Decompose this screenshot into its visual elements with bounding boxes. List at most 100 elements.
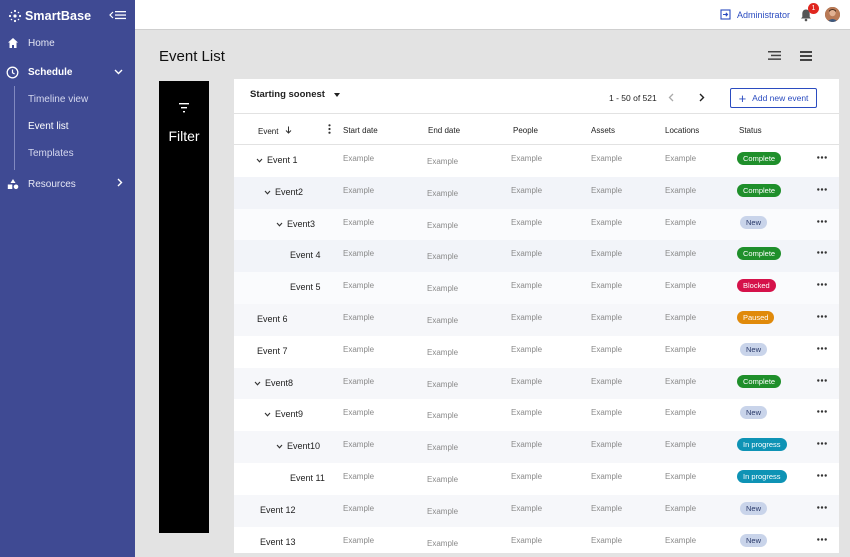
event-name[interactable]: Event10 (276, 441, 320, 451)
row-actions-menu-icon[interactable] (817, 405, 827, 416)
sidebar-item-resources[interactable]: Resources (0, 171, 135, 197)
sign-in-icon (720, 9, 731, 20)
event-name[interactable]: Event 1 (256, 155, 298, 165)
table-row[interactable]: Event 7 Example Example Example Example Examp… (234, 336, 839, 368)
table-row[interactable]: Event9 Example Example Example Example Exampl… (234, 399, 839, 431)
header-people[interactable]: People (513, 126, 538, 135)
row-actions-menu-icon[interactable] (817, 501, 827, 512)
row-actions-menu-icon[interactable] (817, 342, 827, 353)
row-actions-menu-icon[interactable] (817, 533, 827, 544)
event-name[interactable]: Event8 (254, 378, 293, 388)
chevron-down-icon[interactable] (254, 379, 261, 388)
table-row[interactable]: Event10 Example Example Example Example Examp… (234, 431, 839, 463)
avatar[interactable] (825, 7, 840, 22)
brand-name: SmartBase (25, 9, 92, 23)
row-actions-menu-icon[interactable] (817, 310, 827, 321)
header-assets[interactable]: Assets (591, 126, 615, 135)
row-actions-menu-icon[interactable] (817, 374, 827, 385)
header-locations[interactable]: Locations (665, 126, 699, 135)
header-status[interactable]: Status (739, 126, 762, 135)
filter-icon (179, 103, 189, 113)
event-name[interactable]: Event 13 (260, 537, 296, 547)
chevron-down-icon[interactable] (264, 410, 271, 419)
add-new-event-button[interactable]: + Add new event (730, 88, 817, 108)
sidebar-subitem-templates[interactable]: Templates (28, 148, 74, 159)
table-row[interactable]: Event8 Example Example Example Example Exampl… (234, 367, 839, 400)
brand-logo[interactable]: SmartBase (8, 8, 91, 24)
caret-down-icon (333, 92, 340, 97)
start-date-cell: Example (343, 472, 375, 481)
event-name[interactable]: Event 6 (257, 314, 288, 324)
row-actions-menu-icon[interactable] (817, 151, 827, 162)
event-name[interactable]: Event 7 (257, 346, 288, 356)
table-row[interactable]: Event 11 Example Example Example Example Exam… (234, 463, 839, 495)
sort-dropdown[interactable]: Starting soonest (250, 89, 340, 100)
collapse-sidebar-button[interactable] (108, 8, 128, 22)
end-date-cell: Example (427, 220, 459, 230)
column-menu-icon[interactable] (328, 124, 331, 134)
event-label: Event 6 (257, 314, 288, 324)
chevron-down-icon[interactable] (256, 156, 263, 165)
people-cell: Example (511, 344, 543, 354)
table-row[interactable]: Event 12 Example Example Example Example Exam… (234, 494, 839, 527)
sidebar-subitem-event-list[interactable]: Event list (28, 121, 69, 132)
row-actions-menu-icon[interactable] (817, 437, 827, 448)
event-name[interactable]: Event2 (264, 187, 303, 197)
sidebar-item-schedule[interactable]: Schedule (0, 59, 135, 85)
locations-cell: Example (665, 408, 697, 418)
row-actions-menu-icon[interactable] (817, 183, 827, 194)
timeline-view-icon (768, 51, 781, 60)
assets-cell: Example (591, 535, 623, 545)
status-badge: New (740, 406, 768, 420)
start-date-cell: Example (343, 503, 375, 513)
header-event[interactable]: Event (258, 126, 292, 136)
event-name[interactable]: Event 5 (290, 282, 321, 292)
event-name[interactable]: Event 12 (260, 505, 296, 515)
row-actions-menu-icon[interactable] (817, 215, 827, 226)
table-row[interactable]: Event 5 Example Example Example Example Examp… (234, 272, 839, 304)
row-actions-menu-icon[interactable] (817, 246, 827, 257)
event-label: Event 11 (290, 473, 325, 483)
chevron-down-icon[interactable] (264, 188, 271, 197)
end-date-cell: Example (427, 252, 459, 262)
table-row[interactable]: Event 13 Example Example Example Example Exam… (234, 527, 839, 553)
header-end-date[interactable]: End date (428, 126, 460, 135)
table-row[interactable]: Event2 Example Example Example Example Exampl… (234, 176, 839, 209)
list-view-button[interactable] (800, 51, 814, 61)
event-name[interactable]: Event 4 (290, 250, 321, 260)
row-actions-menu-icon[interactable] (817, 278, 827, 289)
assets-cell: Example (591, 313, 623, 322)
event-label: Event 13 (260, 536, 296, 547)
start-date-cell: Example (343, 313, 375, 322)
header-start-date[interactable]: Start date (343, 126, 378, 135)
start-date-cell: Example (343, 249, 375, 259)
chevron-left-icon (668, 93, 674, 102)
table-row[interactable]: Event3 Example Example Example Example Exampl… (234, 208, 839, 241)
start-date-cell: Example (343, 217, 375, 227)
chevron-down-icon[interactable] (276, 442, 283, 451)
event-label: Event3 (287, 218, 316, 229)
table-row[interactable]: Event 6 Example Example Example Example Examp… (234, 304, 839, 336)
event-name[interactable]: Event9 (264, 409, 303, 419)
chevron-down-icon[interactable] (276, 220, 283, 229)
previous-page-button[interactable] (668, 91, 674, 105)
sidebar-subitem-timeline-view[interactable]: Timeline view (28, 94, 88, 105)
row-actions-menu-icon[interactable] (817, 469, 827, 480)
event-list-card: Starting soonest 1 - 50 of 521 + Add new… (234, 79, 839, 553)
sidebar-item-home[interactable]: Home (0, 30, 135, 56)
assets-cell: Example (591, 185, 623, 195)
admin-link[interactable]: Administrator (720, 9, 790, 20)
next-page-button[interactable] (699, 91, 705, 105)
event-name[interactable]: Event3 (276, 219, 315, 229)
filter-panel[interactable]: Filter (159, 81, 209, 533)
table-row[interactable]: Event 1 Example Example Example Example Examp… (234, 145, 839, 177)
start-date-cell: Example (343, 185, 375, 195)
event-name[interactable]: Event 11 (290, 473, 325, 483)
status-badge: New (740, 501, 768, 515)
locations-cell: Example (665, 503, 697, 513)
table-row[interactable]: Event 4 Example Example Example Example Examp… (234, 240, 839, 273)
table-header: Event Start date End date People Assets … (234, 113, 839, 145)
timeline-view-button[interactable] (768, 51, 782, 60)
locations-cell: Example (665, 249, 697, 259)
people-cell: Example (511, 249, 543, 259)
